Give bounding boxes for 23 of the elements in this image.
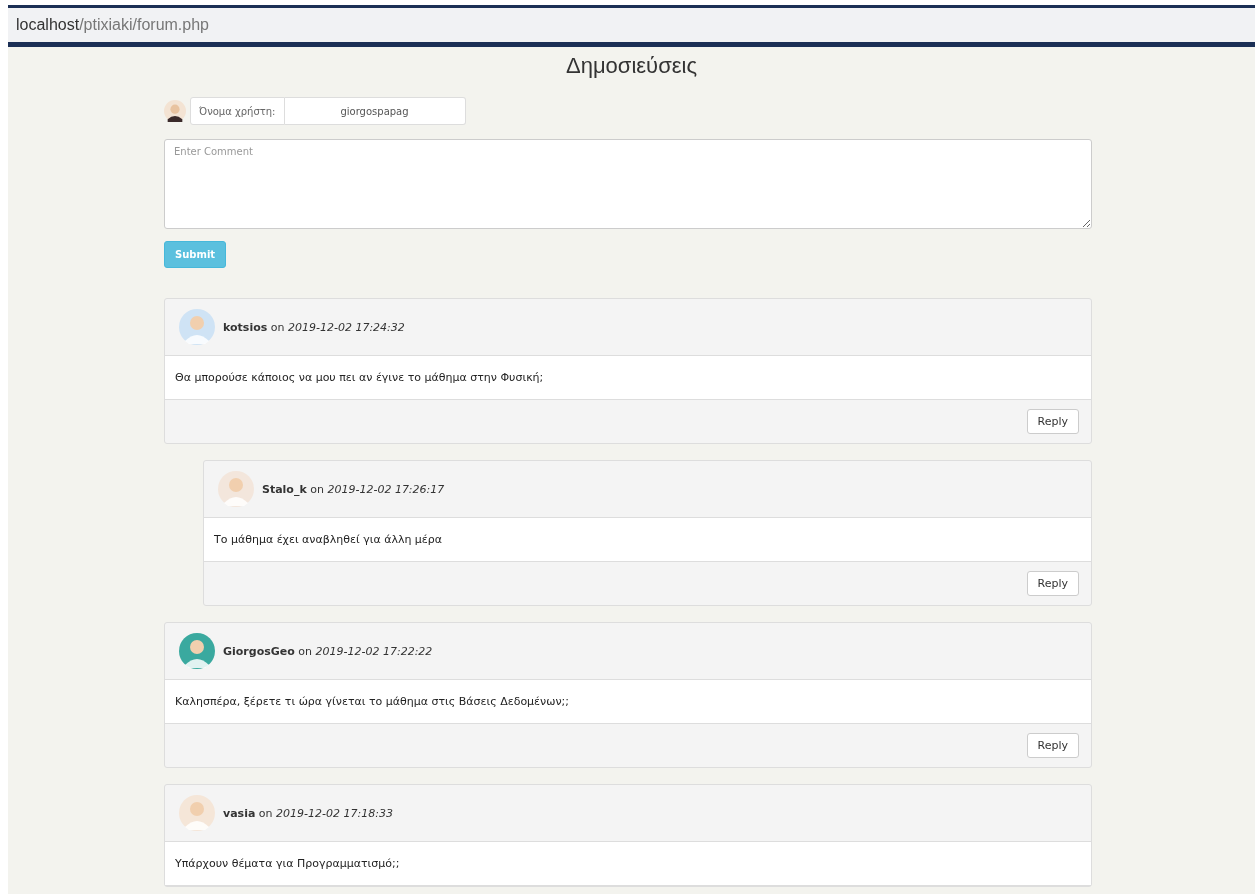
avatar-icon	[179, 309, 215, 345]
comment-meta: GiorgosGeo on 2019-12-02 17:22:22	[223, 644, 433, 658]
avatar-icon	[179, 795, 215, 831]
avatar-icon	[218, 471, 254, 507]
comment-text: Υπάρχουν θέματα για Προγραμματισμό;;	[175, 857, 400, 870]
url-host: localhost	[16, 16, 80, 34]
url-path: /ptixiaki/forum.php	[79, 16, 209, 34]
avatar-icon	[179, 633, 215, 669]
comment-text: Θα μπορούσε κάποιος να μου πει αν έγινε το μάθημα στην Φυσική;	[175, 371, 544, 384]
comment-meta: Stalo_k on 2019-12-02 17:26:17	[262, 482, 445, 496]
username-field[interactable]: giorgospapag	[284, 97, 466, 125]
comment-text: Το μάθημα έχει αναβληθεί για άλλη μέρα	[214, 533, 443, 546]
reply-button[interactable]: Reply	[1026, 409, 1079, 434]
comment-field[interactable]: Enter Comment	[164, 139, 1092, 229]
page-title: Δημοσιεύσεις	[565, 52, 698, 79]
reply-button[interactable]: Reply	[1026, 571, 1079, 596]
comment-meta: vasia on 2019-12-02 17:18:33	[223, 806, 393, 820]
comment-text: Καλησπέρα, ξέρετε τι ώρα γίνεται το μάθημα στις Βάσεις Δεδομένων;;	[175, 695, 569, 708]
reply-button[interactable]: Reply	[1026, 733, 1079, 758]
address-bar[interactable]: localhost/ptixiaki/forum.php	[8, 8, 1255, 42]
comment-meta: kotsios on 2019-12-02 17:24:32	[223, 320, 405, 334]
username-label: Όνομα χρήστη:	[190, 97, 285, 125]
user-avatar-icon	[164, 100, 186, 122]
